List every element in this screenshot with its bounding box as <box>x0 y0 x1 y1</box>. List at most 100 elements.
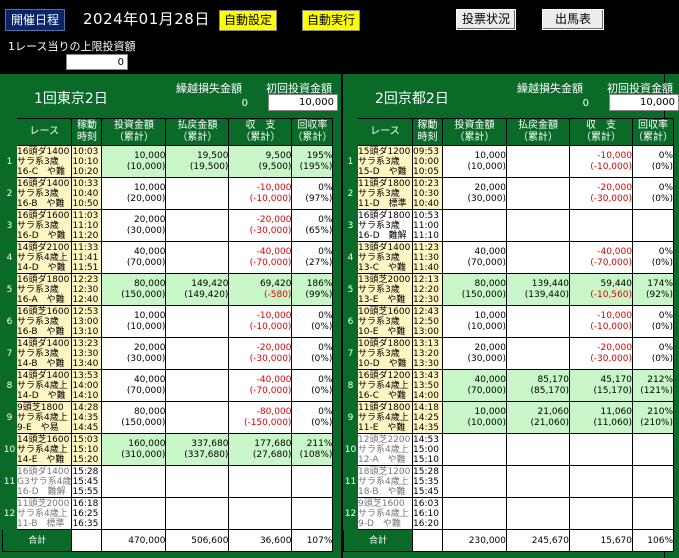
table-row[interactable]: 5 16頭ダ1800 サラ系3歳 16-A や難 12:23 12:30 12:40 80,0… <box>2 273 334 306</box>
run-times: 12:43 12:50 13:00 <box>412 305 443 338</box>
auto-run-button[interactable]: 自動実行 <box>302 10 361 31</box>
race-info[interactable]: 13頭芝2000 サラ系3歳 13-E や難 <box>357 273 413 306</box>
carry-loss-value: 0 <box>241 98 248 109</box>
race-info-line: サラ系4歳上 <box>17 380 68 391</box>
table-row[interactable]: 12 9頭芝1600 サラ系4歳上 9-D や難 16:03 16:10 16:20 <box>343 497 674 530</box>
race-info[interactable]: 16頭ダ1400 G3サラ系4歳 16-D 難解 <box>15 465 73 498</box>
table-row[interactable]: 7 14頭ダ1400 サラ系3歳 14-B や難 13:23 13:30 13:40 20,0… <box>2 337 334 370</box>
bal-value: -20,000 <box>256 342 292 353</box>
table-row[interactable]: 3 16頭ダ1800 サラ系3歳 16-D 難解 10:53 11:00 11:10 <box>343 209 674 242</box>
run-times: 13:53 14:00 14:10 <box>71 369 103 402</box>
table-row[interactable]: 4 13頭ダ1400 サラ系3歳 13-C や難 11:23 11:30 11:40 40,0… <box>343 241 674 274</box>
race-info-line: 11頭ダ1800 <box>358 178 411 189</box>
column-header: 払戻金額 （累計） <box>165 118 230 146</box>
race-info[interactable]: 16頭芝1600 サラ系3歳 16-B や難 <box>15 305 73 338</box>
pay-value <box>167 322 228 333</box>
race-info[interactable]: 10頭ダ1800 サラ系3歳 10-D や難 <box>357 337 413 370</box>
bal-value: (9,500) <box>258 161 292 172</box>
auto-setting-button[interactable]: 自動設定 <box>219 10 278 31</box>
inv-value <box>444 215 506 226</box>
run-time: 11:30 <box>413 252 439 263</box>
race-info[interactable]: 16頭ダ1800 サラ系3歳 16-D 難解 <box>357 209 413 242</box>
rate-value: 195% <box>306 150 333 161</box>
inv-value: (70,000) <box>467 385 506 396</box>
bal-value: 177,680 <box>254 438 292 449</box>
rate-value: 174% <box>647 278 673 289</box>
table-row[interactable]: 10 14頭芝1600 サラ系4歳上 14-E や難 15:03 15:10 15:20 16… <box>2 433 334 466</box>
table-row[interactable]: 5 13頭芝2000 サラ系3歳 13-E や難 12:13 12:20 12:30 80,0… <box>343 273 674 306</box>
balance-cell: -80,000 (-150,000) <box>228 401 293 434</box>
race-info[interactable]: 16頭ダ1200 サラ系4歳上 16-C や難 <box>357 369 413 402</box>
table-row[interactable]: 6 10頭芝1600 サラ系3歳 10-E や難 12:43 12:50 13:00 10,0… <box>343 305 674 338</box>
bal-value: (15,170) <box>593 385 632 396</box>
race-info[interactable]: 16頭ダ1600 サラ系3歳 16-D や難 <box>15 209 73 242</box>
table-row[interactable]: 6 16頭芝1600 サラ系3歳 16-B や難 12:53 13:00 13:10 10,0… <box>2 305 334 338</box>
run-time: 10:40 <box>413 198 439 209</box>
table-row[interactable]: 11 16頭ダ1400 G3サラ系4歳 16-D 難解 15:28 15:45 15:55 <box>2 465 334 498</box>
table-row[interactable]: 7 10頭ダ1800 サラ系3歳 10-D や難 13:13 13:20 13:30 20,0… <box>343 337 674 370</box>
pay-value <box>167 215 228 226</box>
balance-cell: -40,000 (-70,000) <box>228 241 293 274</box>
investment-cell: 10,000 (10,000) <box>442 145 507 178</box>
race-info[interactable]: 11頭ダ1800 サラ系4歳上 11-E や難 <box>357 401 413 434</box>
race-info[interactable]: 16頭ダ1400 サラ系3歳 16-B や難 <box>15 177 73 210</box>
race-number: 4 <box>2 241 17 274</box>
limit-input[interactable]: 0 <box>66 54 128 70</box>
table-row[interactable]: 9 11頭ダ1800 サラ系4歳上 11-E や難 14:18 14:25 14:35 10,… <box>343 401 674 434</box>
table-row[interactable]: 3 16頭ダ1600 サラ系3歳 16-D や難 11:03 11:10 11:20 20,0… <box>2 209 334 242</box>
inv-value: 80,000 <box>133 278 166 289</box>
table-row[interactable]: 2 11頭ダ1800 サラ系3歳 11-D 標準 10:23 10:30 10:40 20,0… <box>343 177 674 210</box>
race-info[interactable]: 11頭芝2000 サラ系4歳上 11-B 標準 <box>15 497 73 530</box>
table-row[interactable]: 10 12頭芝2200 サラ系4歳上 12-A や難 14:53 15:00 15:10 <box>343 433 674 466</box>
race-info[interactable]: 11頭ダ1800 サラ系3歳 11-D 標準 <box>357 177 413 210</box>
initial-invest-input[interactable]: 10,000 <box>268 94 338 111</box>
run-time: 15:35 <box>413 476 439 487</box>
race-info-line: 14-B や難 <box>17 358 65 369</box>
race-info[interactable]: 14頭ダ2100 サラ系4歳上 14-D や難 <box>15 241 73 274</box>
table-row[interactable]: 9 9頭芝1800 サラ系4歳上 9-E や易 14:28 14:35 14:45 80,00… <box>2 401 334 434</box>
race-info[interactable]: 14頭ダ1400 サラ系3歳 14-B や難 <box>15 337 73 370</box>
table-row[interactable]: 8 14頭ダ1400 サラ系4歳上 14-D や難 13:53 14:00 14:10 40,… <box>2 369 334 402</box>
column-header: 収 支（累計） <box>569 118 633 146</box>
race-info[interactable]: 18頭芝1200 サラ系4歳上 18-B や難 <box>357 465 413 498</box>
race-info-line: 13頭ダ1400 <box>358 242 411 253</box>
race-info[interactable]: 12頭芝2200 サラ系4歳上 12-A や難 <box>357 433 413 466</box>
run-time: 13:50 <box>413 380 439 391</box>
totals-blank <box>71 529 103 552</box>
run-times: 10:23 10:30 10:40 <box>412 177 443 210</box>
race-info[interactable]: 16頭ダ1800 サラ系3歳 16-A や難 <box>15 273 73 306</box>
table-row[interactable]: 2 16頭ダ1400 サラ系3歳 16-B や難 10:33 10:40 10:50 10,0… <box>2 177 334 210</box>
recovery-rate-cell: 210% (210%) <box>632 401 674 434</box>
run-times: 15:28 15:35 15:45 <box>412 465 443 498</box>
table-row[interactable]: 8 16頭ダ1200 サラ系4歳上 16-C や難 13:43 13:50 14:00 40,… <box>343 369 674 402</box>
balance-cell: -10,000 (-10,000) <box>569 305 633 338</box>
table-row[interactable]: 1 16頭ダ1400 サラ系3歳 16-C や難 10:03 10:10 10:20 10,0… <box>2 145 334 178</box>
race-info[interactable]: 14頭芝1600 サラ系4歳上 14-E や難 <box>15 433 73 466</box>
race-info[interactable]: 9頭芝1600 サラ系4歳上 9-D や難 <box>357 497 413 530</box>
race-number: 11 <box>343 465 358 498</box>
race-info[interactable]: 15頭ダ1200 サラ系3歳 15-D や難 <box>357 145 413 178</box>
race-info[interactable]: 16頭ダ1400 サラ系3歳 16-C や難 <box>15 145 73 178</box>
race-info[interactable]: 9頭芝1800 サラ系4歳上 9-E や易 <box>15 401 73 434</box>
recovery-rate-cell: 0% (0%) <box>632 305 674 338</box>
run-time: 11:23 <box>413 242 439 253</box>
inv-value <box>103 471 165 482</box>
recovery-rate-cell: 0% (0%) <box>632 337 674 370</box>
inv-value <box>444 226 506 237</box>
race-info-line: 10頭ダ1800 <box>358 338 411 349</box>
table-row[interactable]: 1 15頭ダ1200 サラ系3歳 15-D や難 09:53 10:00 10:05 10,0… <box>343 145 674 178</box>
vote-status-button[interactable]: 投票状況 <box>456 9 517 30</box>
race-info-line: 11-B 標準 <box>17 518 65 529</box>
initial-invest-input[interactable]: 10,000 <box>609 94 679 111</box>
pay-value <box>508 343 569 354</box>
table-row[interactable]: 12 11頭芝2000 サラ系4歳上 11-B 標準 16:18 16:25 16:35 <box>2 497 334 530</box>
schedule-button[interactable]: 開催日程 <box>5 9 66 31</box>
bal-value <box>571 450 632 461</box>
race-info[interactable]: 14頭ダ1400 サラ系4歳上 14-D や難 <box>15 369 73 402</box>
race-number: 5 <box>2 273 17 306</box>
race-card-button[interactable]: 出馬表 <box>542 9 604 30</box>
table-row[interactable]: 4 14頭ダ2100 サラ系4歳上 14-D や難 11:33 11:41 11:51 40,… <box>2 241 334 274</box>
race-info[interactable]: 13頭ダ1400 サラ系3歳 13-C や難 <box>357 241 413 274</box>
race-info[interactable]: 10頭芝1600 サラ系3歳 10-E や難 <box>357 305 413 338</box>
table-row[interactable]: 11 18頭芝1200 サラ系4歳上 18-B や難 15:28 15:35 15:45 <box>343 465 674 498</box>
